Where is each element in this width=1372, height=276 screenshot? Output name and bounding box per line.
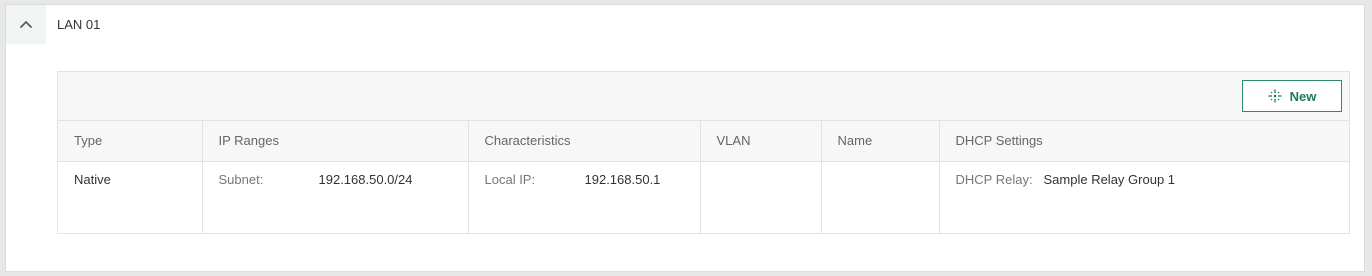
new-button[interactable]: New [1242, 80, 1342, 112]
new-button-label: New [1289, 88, 1317, 104]
chevron-up-icon [19, 20, 33, 29]
lan-table-card: New Type IP Ranges Characteristics VLAN … [57, 71, 1350, 234]
collapse-button[interactable] [6, 5, 46, 44]
subnet-label: Subnet: [218, 171, 264, 187]
cell-name [821, 161, 940, 233]
column-header-type[interactable]: Type [58, 121, 203, 162]
section-title: LAN 01 [57, 17, 101, 32]
column-header-dhcp-settings[interactable]: DHCP Settings [939, 121, 1349, 162]
cell-ip-ranges: Subnet: 192.168.50.0/24 [202, 161, 469, 233]
cell-type: Native [58, 161, 203, 233]
lan-table: Type IP Ranges Characteristics VLAN Name… [58, 121, 1349, 233]
column-header-vlan[interactable]: VLAN [700, 121, 822, 162]
column-header-characteristics[interactable]: Characteristics [468, 121, 701, 162]
local-ip-value: 192.168.50.1 [584, 171, 661, 187]
dhcp-relay-value: Sample Relay Group 1 [1043, 171, 1176, 187]
column-header-ip-ranges[interactable]: IP Ranges [202, 121, 469, 162]
type-value: Native [74, 171, 111, 187]
lan-panel: LAN 01 New Type IP Ranges Characteristic… [5, 4, 1365, 272]
table-toolbar: New [58, 72, 1349, 121]
column-header-name[interactable]: Name [821, 121, 940, 162]
table-header-row: Type IP Ranges Characteristics VLAN Name… [58, 121, 1349, 162]
sparkle-icon [1268, 89, 1282, 103]
table-row[interactable]: Native Subnet: 192.168.50.0/24 Local IP: 1… [58, 161, 1349, 233]
cell-vlan [700, 161, 822, 233]
subnet-value: 192.168.50.0/24 [318, 171, 413, 187]
cell-dhcp-settings: DHCP Relay: Sample Relay Group 1 [939, 161, 1349, 233]
cell-characteristics: Local IP: 192.168.50.1 [468, 161, 701, 233]
local-ip-label: Local IP: [484, 171, 536, 187]
dhcp-relay-label: DHCP Relay: [955, 171, 1033, 187]
